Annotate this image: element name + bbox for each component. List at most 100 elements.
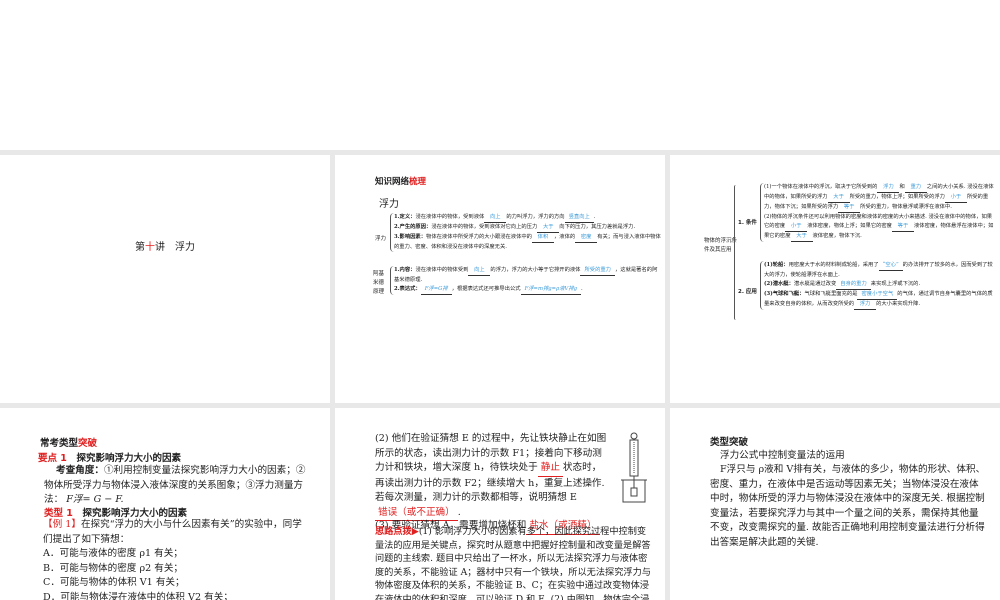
option-b: B．可能与物体的密度 ρ2 有关； xyxy=(43,562,184,574)
slide-thumbnail-4[interactable]: 常考类型突破 要点 1 探究影响浮力大小的因素 考查角度：①利用控制变量法探究影… xyxy=(0,408,330,600)
list-item: 1.内容：浸在液体中的物体受到 向上 的浮力，浮力的大小等于它排开的液体 所受的重力，… xyxy=(394,266,662,285)
option-d: D．可能与物体浸在液体中的体积 V2 有关； xyxy=(43,591,233,600)
text-segment: 浸在液体中的物体，受到液体对它向上的压力 xyxy=(431,224,538,230)
question-part-2: (2) 他们在验证猜想 E 的过程中，先让铁块静止在如图所示的状态，读出测力计的… xyxy=(375,432,607,521)
list-item: (2)物体的浮沉条件还可以利用物体的密度和液体的密度的大小来描述. 浸没在液体中… xyxy=(764,213,996,242)
slide-thumbnail-6[interactable]: 类型突破 浮力公式中控制变量法的运用 F浮只与 ρ液和 V排有关，与液体的多少，… xyxy=(670,408,1000,600)
text-segment: 的力叫浮力，浮力的方向 xyxy=(506,214,565,220)
text-segment: (1)一个物体在液体中的浮沉，取决于它所受到的 xyxy=(764,184,878,190)
spring-scale-beaker-icon xyxy=(621,432,647,503)
solution-tip: 思路点拨▶(1) 影响浮力大小的因素有多个，因此探究过程中控制变量法的应用是关键… xyxy=(375,525,653,600)
text-segment: ，根据表达式还可推导出公式 xyxy=(451,286,521,292)
text-segment: 影响因素： xyxy=(399,234,427,240)
type-heading: 类型 1 探究影响浮力大小的因素 xyxy=(44,505,187,519)
archimedes-list: 1.内容：浸在液体中的物体受到 向上 的浮力，浮力的大小等于它排开的液体 所受的重力，… xyxy=(390,266,662,295)
text-segment: 内容： xyxy=(399,267,416,273)
slide-heading: 常考类型突破 xyxy=(40,435,97,449)
text-segment: . xyxy=(581,286,583,292)
text-segment: 气球和飞艇里面充的是 xyxy=(804,291,858,297)
example-text: 在探究“浮力的大小与什么因素有关”的实验中，同学们提出了如下猜想： xyxy=(43,519,302,545)
text-segment: 潜水艇是通过改变 xyxy=(793,281,837,287)
application-label: 2. 应用 xyxy=(738,289,757,295)
list-item: 2.表达式： F浮=G排 ，根据表达式还可推导出公式 F浮=m排g=ρ液V排g. xyxy=(394,285,662,295)
text-segment: (1)轮船： xyxy=(764,262,789,268)
text-segment: 物体在液体中所受浮力的大小跟浸在液体中的 xyxy=(426,234,532,240)
text-segment: F浮=G排 xyxy=(420,285,452,295)
text-segment: 重力 xyxy=(904,183,927,193)
text-segment: 所受的重力，物体上浮；如果所受的浮力 xyxy=(849,194,945,200)
text-segment: F浮=m排g=ρ液V排g xyxy=(520,285,582,295)
example-label: 【例 1】 xyxy=(43,519,81,530)
slide-subtitle: 浮力公式中控制变量法的运用 xyxy=(720,450,845,461)
example-1: 【例 1】在探究“浮力的大小与什么因素有关”的实验中，同学们提出了如下猜想： A… xyxy=(43,518,305,600)
text-segment: . xyxy=(593,214,596,220)
text-segment: 所受的重力 xyxy=(580,266,615,276)
slide-title: 第十讲 浮力 xyxy=(0,238,330,253)
text-segment: . xyxy=(457,506,461,518)
angle-label: 考查角度： xyxy=(56,465,104,476)
group-label: 阿基米德原理 xyxy=(373,271,385,295)
text-segment: (2)潜水艇： xyxy=(764,281,794,287)
list-item: 2.产生的原因：浸在液体中的物体，受到液体对它向上的压力 大于 向下的压力，其压力差… xyxy=(394,223,662,233)
heading-text: 常考类型 xyxy=(40,438,79,449)
list-item: 3.影响因素：物体在液体中所受浮力的大小跟浸在液体中的 体积 ，液体的 密度 有关；而与… xyxy=(394,233,662,252)
text-segment: 竖直向上 xyxy=(564,213,594,223)
text-segment: 的浮力，浮力的大小等于它排开的液体 xyxy=(490,267,581,273)
title-text: 讲 浮力 xyxy=(155,242,195,253)
brace xyxy=(734,185,736,320)
key-point-text: 探究影响浮力大小的因素 xyxy=(76,453,181,464)
text-segment: 静止 xyxy=(537,461,563,477)
text-segment: 向上 xyxy=(468,266,491,276)
text-segment: 用密度大于水的材料制成轮船，采用了 xyxy=(788,262,879,268)
condition-label: 1. 条件 xyxy=(738,220,757,226)
slide-heading: 类型突破 xyxy=(710,437,749,448)
tip-text: (1) 影响浮力大小的因素有多个，因此探究过程中控制变量法的应用是关键点，探究时… xyxy=(375,526,651,600)
text-segment: 大于 xyxy=(537,223,560,233)
slide-thumbnail-3[interactable]: 物体的浮沉条件及其应用 1. 条件 (1)一个物体在液体中的浮沉，取决于它所受到… xyxy=(670,155,1000,403)
text-segment: “空心” xyxy=(878,261,903,271)
text-segment: 液体密度，物体下沉. xyxy=(812,233,862,239)
text-segment: 定义： xyxy=(399,214,416,220)
condition-list: (1)一个物体在液体中的浮沉，取决于它所受到的 浮力和重力 之间的大小关系. 浸没在… xyxy=(760,183,996,242)
slide-thumbnail-2[interactable]: 知识网络梳理 浮力 浮力 1.定义：浸在液体中的物体，受到液体 向上 的力叫浮力，浮… xyxy=(335,155,665,403)
explanation-paragraph: F浮只与 ρ液和 V排有关，与液体的多少，物体的形状、体积、密度、重力，在液体中… xyxy=(710,464,986,548)
application-list: (1)轮船：用密度大于水的材料制成轮船，采用了 “空心” 的办法排开了较多的水，因而… xyxy=(760,261,996,310)
tip-label: 思路点拨▶ xyxy=(375,526,419,537)
text-segment: 所受的重力，物体悬浮或漂浮在液体中. xyxy=(860,204,952,210)
heading-red-text: 梳理 xyxy=(409,177,427,187)
text-segment: 密度 xyxy=(575,233,598,243)
slide-thumbnail-5[interactable]: (2) 他们在验证猜想 E 的过程中，先让铁块静止在如图所示的状态，读出测力计的… xyxy=(335,408,665,600)
text-segment: 表达式： xyxy=(399,286,421,292)
group-label: 物体的浮沉条件及其应用 xyxy=(704,238,738,253)
key-point: 要点 1 探究影响浮力大小的因素 xyxy=(38,450,181,464)
option-a: A．可能与液体的密度 ρ1 有关； xyxy=(43,548,183,559)
text-segment: 浸在液体中的物体受到 xyxy=(415,267,469,273)
group-label: 浮力 xyxy=(375,236,387,242)
slide-thumbnail-1[interactable]: 第十讲 浮力 xyxy=(0,155,330,403)
text-segment: 小于 xyxy=(785,222,808,232)
text-segment: (3)气球和飞艇： xyxy=(764,291,805,297)
text-segment: 自身的重力 xyxy=(836,280,871,290)
key-point-label: 要点 1 xyxy=(38,453,67,464)
slide-heading: 知识网络梳理 xyxy=(375,175,426,187)
option-c: C．可能与物体的体积 V1 有关； xyxy=(43,577,185,588)
list-item: (1)轮船：用密度大于水的材料制成轮船，采用了 “空心” 的办法排开了较多的水，因而… xyxy=(764,261,996,280)
text-segment: 大于 xyxy=(827,193,850,203)
text-segment: 向上 xyxy=(484,213,507,223)
text-segment: 大于 xyxy=(790,232,813,242)
list-item: (1)一个物体在液体中的浮沉，取决于它所受到的 浮力和重力 之间的大小关系. 浸没在… xyxy=(764,183,996,213)
text-segment: 密度小于空气 xyxy=(857,290,898,300)
text-segment: 体积 xyxy=(531,233,554,243)
text-segment: 产生的原因： xyxy=(399,224,432,230)
text-segment: 小于 xyxy=(944,193,967,203)
list-item: (3)气球和飞艇：气球和飞艇里面充的是 密度小于空气 的气体，通过调节自身气囊里的气… xyxy=(764,290,996,310)
exam-angle: 考查角度：①利用控制变量法探究影响浮力大小的因素；②物体所受浮力与物体浸入液体深… xyxy=(44,464,310,508)
text-segment: 液体密度，物体上浮；如果它的密度 xyxy=(807,223,892,229)
text-segment: 浸在液体中的物体，受到液体 xyxy=(415,214,485,220)
text-segment: 来实现上浮或下沉的. xyxy=(870,281,921,287)
text-segment: 浮力 xyxy=(854,300,877,310)
heading-red-text: 突破 xyxy=(78,438,98,449)
text-segment: 的大小来实现升降. xyxy=(876,301,921,307)
list-item: (2)潜水艇：潜水艇是通过改变 自身的重力 来实现上浮或下沉的. xyxy=(764,280,996,290)
formula: F浮= G − F. xyxy=(66,494,124,505)
